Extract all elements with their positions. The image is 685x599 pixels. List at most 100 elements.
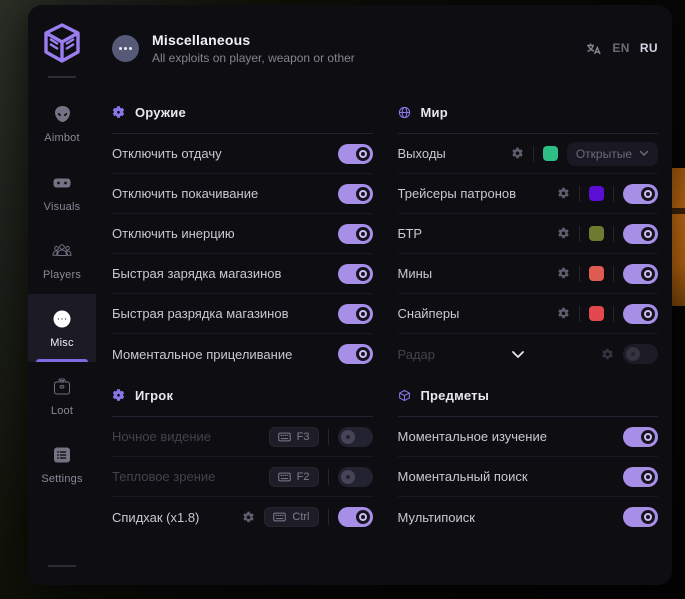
toggle-switch[interactable] [338,344,373,364]
feature-row: ВыходыОткрытые [398,134,659,174]
feature-label: Отключить инерцию [112,226,235,241]
sidebar-bottom-divider [48,565,76,567]
feature-label: Ночное видение [112,429,211,444]
gear-icon[interactable] [557,307,570,320]
toggle-switch[interactable] [623,304,658,324]
color-swatch[interactable] [543,146,558,161]
gear-icon[interactable] [557,227,570,240]
gear-icon [112,106,125,119]
gear-icon[interactable] [242,511,255,524]
control-separator [613,306,614,322]
cheat-menu-window: Aimbot VisualsPlayersMiscLootSettings Mis… [28,5,672,585]
feature-label: Отключить отдачу [112,146,222,161]
toggle-knob [626,347,640,361]
feature-row: Мультипоиск [398,497,659,537]
language-option-ru[interactable]: RU [640,41,658,55]
toggle-switch[interactable] [338,507,373,527]
hotkey-badge[interactable]: F3 [269,427,319,447]
toggle-switch[interactable] [338,224,373,244]
toggle-knob [341,430,355,444]
sidebar: Aimbot VisualsPlayersMiscLootSettings [28,5,96,585]
toggle-switch[interactable] [623,264,658,284]
toggle-switch[interactable] [623,427,658,447]
feature-label: БТР [398,226,423,241]
toggle-switch[interactable] [338,184,373,204]
feature-label: Моментальный поиск [398,469,528,484]
section-title: Предметы [421,388,490,403]
row-controls [338,144,373,164]
sidebar-item-label: Aimbot [44,132,79,144]
hotkey-label: F2 [297,471,310,483]
sidebar-item-aimbot[interactable]: Aimbot [28,90,96,158]
toggle-knob [341,470,355,484]
control-separator [579,306,580,322]
toggle-switch[interactable] [623,184,658,204]
toggle-switch[interactable] [338,467,373,487]
color-swatch[interactable] [589,226,604,241]
right-column: Мир ВыходыОткрытые Трейсеры патронов БТР Мин… [398,91,659,585]
feature-row: Отключить отдачу [112,134,373,174]
feature-row: Отключить покачивание [112,174,373,214]
toggle-knob [356,347,370,361]
toggle-switch[interactable] [338,427,373,447]
section-header: Оружие [112,97,373,127]
page-subtitle: All exploits on player, weapon or other [152,51,355,65]
feature-row: Моментальное прицеливание [112,334,373,374]
control-separator [328,509,329,525]
toggle-switch[interactable] [338,144,373,164]
section-мир: Мир ВыходыОткрытые Трейсеры патронов БТР Мин… [398,97,659,374]
control-separator [579,186,580,202]
background-game-orange-patch [671,168,685,306]
people-group-icon [51,240,73,262]
sidebar-item-misc[interactable]: Misc [28,294,96,362]
language-option-en[interactable]: EN [612,41,629,55]
section-title: Игрок [135,388,173,403]
content-columns: Оружие Отключить отдачу Отключить покачива… [112,91,658,585]
gear-icon[interactable] [557,187,570,200]
ellipsis-circle-icon [112,35,139,62]
chevron-down-icon [511,350,525,359]
toggle-knob [641,187,655,201]
row-controls [557,304,658,324]
expand-chevron[interactable] [435,350,601,359]
toggle-switch[interactable] [338,264,373,284]
feature-row: Снайперы [398,294,659,334]
section-игрок: Игрок Ночное видение F3 Тепловое зрение F2 Сп… [112,380,373,537]
feature-label: Отключить покачивание [112,186,258,201]
feature-label: Тепловое зрение [112,469,215,484]
sidebar-item-loot[interactable]: Loot [28,362,96,430]
feature-row: Радар [398,334,659,374]
color-swatch[interactable] [589,186,604,201]
toggle-knob [356,147,370,161]
toggle-switch[interactable] [338,304,373,324]
toggle-knob [356,187,370,201]
section-header: Мир [398,97,659,127]
row-controls [557,264,658,284]
toggle-knob [641,470,655,484]
toggle-switch[interactable] [623,507,658,527]
mode-dropdown[interactable]: Открытые [567,142,658,166]
toggle-switch[interactable] [623,344,658,364]
hotkey-badge[interactable]: F2 [269,467,319,487]
globe-icon [398,106,411,119]
toggle-switch[interactable] [623,467,658,487]
control-separator [328,429,329,445]
keyboard-icon [278,432,291,442]
color-swatch[interactable] [589,266,604,281]
color-swatch[interactable] [589,306,604,321]
hotkey-badge[interactable]: Ctrl [264,507,318,527]
toggle-switch[interactable] [623,224,658,244]
gear-icon[interactable] [511,147,524,160]
feature-label: Снайперы [398,306,460,321]
sidebar-item-settings[interactable]: Settings [28,430,96,498]
gear-icon[interactable] [557,267,570,280]
feature-label: Мины [398,266,433,281]
feature-label: Трейсеры патронов [398,186,517,201]
sidebar-item-players[interactable]: Players [28,226,96,294]
sg-cube-logo [39,20,85,66]
feature-row: Быстрая разрядка магазинов [112,294,373,334]
feature-label: Спидхак (x1.8) [112,510,199,525]
control-separator [533,146,534,162]
sidebar-item-visuals[interactable]: Visuals [28,158,96,226]
gear-icon[interactable] [601,348,614,361]
